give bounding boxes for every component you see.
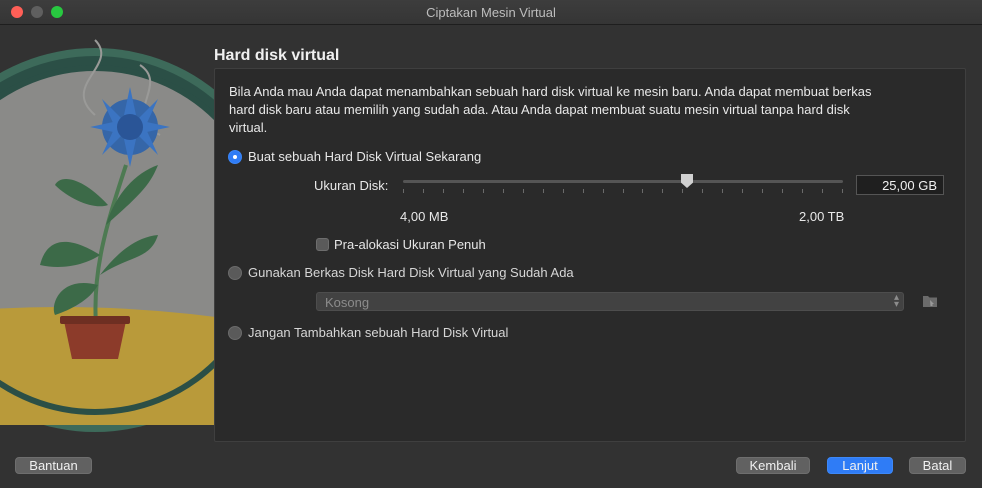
next-button[interactable]: Lanjut <box>827 457 893 474</box>
description-text: Bila Anda mau Anda dapat menambahkan seb… <box>229 84 872 135</box>
radio-no-disk-label: Jangan Tambahkan sebuah Hard Disk Virtua… <box>248 325 509 340</box>
slider-tick <box>682 189 683 193</box>
back-button[interactable]: Kembali <box>736 457 810 474</box>
slider-tick <box>802 189 803 193</box>
disk-size-input[interactable] <box>856 175 944 195</box>
slider-tick <box>463 189 464 193</box>
slider-tick <box>483 189 484 193</box>
disk-size-slider[interactable] <box>403 174 843 194</box>
radio-no-disk[interactable]: Jangan Tambahkan sebuah Hard Disk Virtua… <box>228 325 508 340</box>
dialog-window: Ciptakan Mesin Virtual Hard disk virtual… <box>0 0 982 488</box>
help-button[interactable]: Bantuan <box>15 457 92 474</box>
existing-disk-select[interactable]: Kosong ▴ ▾ <box>316 292 904 311</box>
slider-tick <box>702 189 703 193</box>
size-min-label: 4,00 MB <box>400 209 449 224</box>
preallocate-label: Pra-alokasi Ukuran Penuh <box>334 237 486 252</box>
slider-tick <box>742 189 743 193</box>
cancel-button[interactable]: Batal <box>909 457 966 474</box>
slider-tick <box>423 189 424 193</box>
slider-track <box>403 180 843 183</box>
slider-tick <box>822 189 823 193</box>
slider-tick <box>503 189 504 193</box>
radio-button-selected[interactable] <box>228 149 242 164</box>
radio-create-new-label: Buat sebuah Hard Disk Virtual Sekarang <box>248 149 482 164</box>
slider-tick <box>842 189 843 193</box>
slider-tick <box>403 189 404 193</box>
folder-icon[interactable] <box>921 292 939 310</box>
size-max-label: 2,00 TB <box>799 209 845 224</box>
preallocate-checkbox[interactable] <box>316 238 329 251</box>
slider-tick <box>543 189 544 193</box>
radio-create-new[interactable]: Buat sebuah Hard Disk Virtual Sekarang <box>228 149 481 164</box>
slider-tick <box>623 189 624 193</box>
flower-icon <box>90 87 170 167</box>
slider-tick <box>603 189 604 193</box>
page-title: Hard disk virtual <box>214 47 340 64</box>
slider-tick <box>722 189 723 193</box>
disk-size-label: Ukuran Disk: <box>314 178 389 193</box>
slider-tick <box>443 189 444 193</box>
title-bar: Ciptakan Mesin Virtual <box>0 0 982 25</box>
slider-tick <box>782 189 783 193</box>
window-title: Ciptakan Mesin Virtual <box>426 5 556 20</box>
slider-thumb[interactable] <box>681 174 693 188</box>
slider-tick <box>642 189 643 193</box>
slider-tick <box>762 189 763 193</box>
preallocate-option[interactable]: Pra-alokasi Ukuran Penuh <box>316 237 486 252</box>
slider-tick <box>583 189 584 193</box>
radio-button[interactable] <box>228 265 242 280</box>
slider-tick <box>523 189 524 193</box>
existing-disk-select-value: Kosong <box>325 295 370 310</box>
chevron-updown-icon: ▴ ▾ <box>893 292 899 310</box>
slider-tick <box>662 189 663 193</box>
slider-tick <box>563 189 564 193</box>
radio-button[interactable] <box>228 325 242 340</box>
radio-use-existing[interactable]: Gunakan Berkas Disk Hard Disk Virtual ya… <box>228 265 574 280</box>
radio-use-existing-label: Gunakan Berkas Disk Hard Disk Virtual ya… <box>248 265 574 280</box>
